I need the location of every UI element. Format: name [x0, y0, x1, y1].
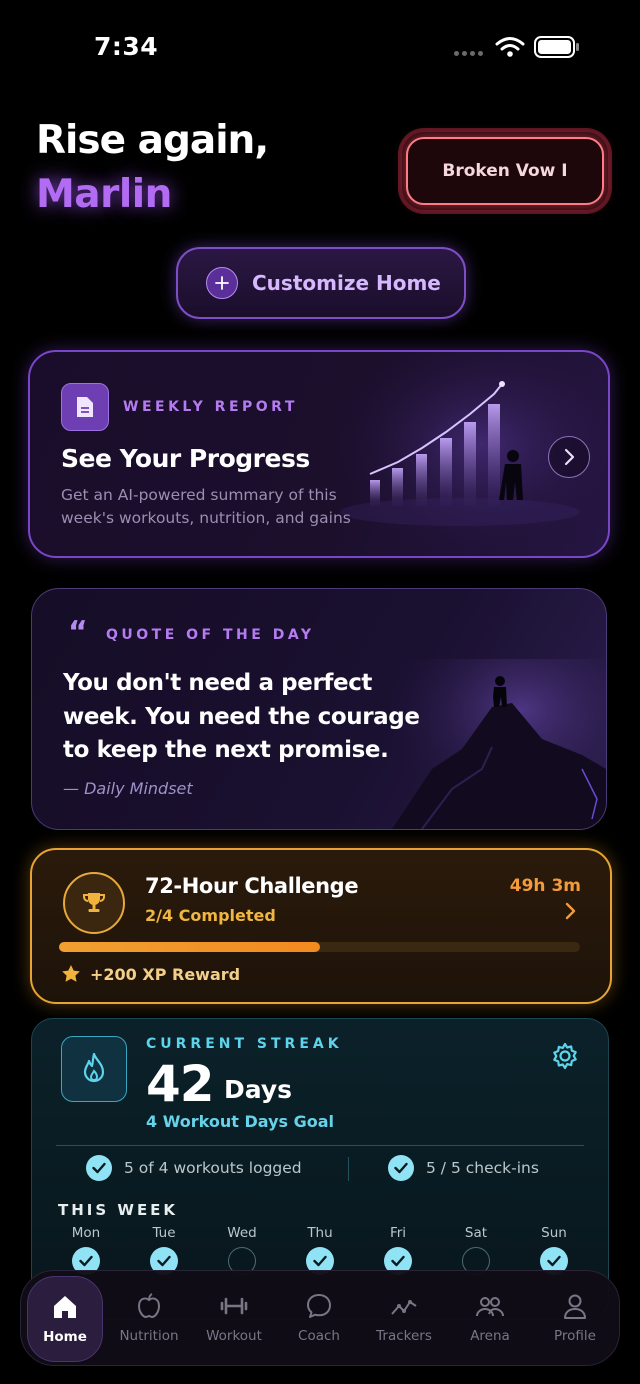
- checkins-label: 5 / 5 check-ins: [426, 1159, 539, 1177]
- workouts-logged-label: 5 of 4 workouts logged: [124, 1159, 302, 1177]
- chat-bubble-icon: [307, 1294, 331, 1318]
- tab-label: Workout: [206, 1328, 262, 1344]
- status-time: 7:34: [94, 32, 159, 61]
- tab-trackers[interactable]: Trackers: [364, 1271, 444, 1365]
- tab-label: Profile: [554, 1328, 596, 1344]
- tab-home[interactable]: Home: [27, 1276, 103, 1362]
- trend-line-icon: [391, 1300, 417, 1315]
- quote-author: — Daily Mindset: [63, 779, 193, 798]
- customize-home-button[interactable]: Customize Home: [176, 247, 466, 319]
- day-name: Sat: [464, 1225, 488, 1241]
- weekly-report-title: See Your Progress: [61, 444, 310, 473]
- trophy-icon: [63, 872, 125, 934]
- check-icon: [86, 1155, 112, 1181]
- tab-label: Trackers: [376, 1328, 432, 1344]
- quote-of-the-day-card: “ QUOTE OF THE DAY You don't need a perf…: [31, 588, 607, 830]
- quote-mark-icon: “: [68, 615, 88, 650]
- weekly-report-description: Get an AI-powered summary of this week's…: [61, 486, 351, 527]
- day-name: Thu: [307, 1225, 333, 1241]
- broken-vow-label: Broken Vow I: [406, 137, 604, 205]
- user-name: Marlin: [36, 172, 172, 217]
- streak-count: 42: [146, 1055, 215, 1113]
- people-icon: [476, 1297, 504, 1317]
- tab-nutrition[interactable]: Nutrition: [109, 1271, 189, 1365]
- tab-workout[interactable]: Workout: [194, 1271, 274, 1365]
- checkins: 5 / 5 check-ins: [388, 1155, 539, 1181]
- challenge-title: 72-Hour Challenge: [145, 874, 359, 898]
- broken-vow-button[interactable]: Broken Vow I: [402, 132, 608, 210]
- streak-goal: 4 Workout Days Goal: [146, 1112, 334, 1131]
- tab-label: Nutrition: [119, 1328, 179, 1344]
- tab-label: Home: [43, 1329, 87, 1345]
- streak-unit: Days: [224, 1075, 293, 1104]
- gear-icon[interactable]: [550, 1041, 580, 1071]
- wifi-icon: [495, 37, 525, 57]
- star-icon: [62, 965, 80, 982]
- home-icon: [54, 1296, 76, 1318]
- cellular-signal-icon: [454, 51, 483, 56]
- day-mon: Mon: [56, 1225, 116, 1275]
- chevron-right-icon[interactable]: [548, 436, 590, 478]
- tab-coach[interactable]: Coach: [279, 1271, 359, 1365]
- divider: [348, 1157, 349, 1181]
- check-icon: [388, 1155, 414, 1181]
- quote-eyebrow: QUOTE OF THE DAY: [106, 627, 315, 643]
- xp-reward: +200 XP Reward: [61, 964, 240, 984]
- quote-text: You don't need a perfect week. You need …: [63, 670, 420, 763]
- day-fri: Fri: [368, 1225, 428, 1275]
- plus-icon: [206, 267, 238, 299]
- day-name: Mon: [71, 1225, 101, 1241]
- battery-icon: [534, 36, 579, 58]
- workouts-logged: 5 of 4 workouts logged: [86, 1155, 302, 1181]
- challenge-progress-fill: [59, 942, 320, 952]
- day-tue: Tue: [134, 1225, 194, 1275]
- apple-icon: [137, 1293, 161, 1319]
- greeting-title: Rise again,: [36, 118, 269, 163]
- bottom-tab-bar: Home Nutrition Workout Coach Trackers Ar…: [20, 1270, 620, 1366]
- document-icon: [61, 383, 109, 431]
- day-sun: Sun: [524, 1225, 584, 1275]
- challenge-card[interactable]: 72-Hour Challenge 2/4 Completed 49h 3m +…: [30, 848, 612, 1004]
- day-name: Tue: [152, 1225, 176, 1241]
- tab-profile[interactable]: Profile: [535, 1271, 615, 1365]
- challenge-progress-text: 2/4 Completed: [145, 906, 276, 925]
- day-name: Sun: [541, 1225, 567, 1241]
- day-name: Fri: [389, 1225, 407, 1241]
- chevron-right-icon[interactable]: [564, 902, 576, 920]
- day-sat: Sat: [446, 1225, 506, 1275]
- tab-label: Arena: [470, 1328, 510, 1344]
- customize-home-label: Customize Home: [252, 271, 441, 295]
- dumbbell-icon: [220, 1297, 248, 1315]
- day-wed: Wed: [212, 1225, 272, 1275]
- weekly-report-card[interactable]: WEEKLY REPORT See Your Progress Get an A…: [28, 350, 610, 558]
- tab-arena[interactable]: Arena: [450, 1271, 530, 1365]
- this-week-label: THIS WEEK: [58, 1201, 179, 1219]
- divider: [56, 1145, 584, 1146]
- day-name: Wed: [227, 1225, 257, 1241]
- day-thu: Thu: [290, 1225, 350, 1275]
- xp-reward-label: +200 XP Reward: [90, 964, 241, 984]
- flame-icon: [61, 1036, 127, 1102]
- challenge-progress-bar: [59, 942, 580, 952]
- person-icon: [564, 1294, 586, 1319]
- challenge-time-left: 49h 3m: [509, 876, 581, 896]
- weekly-report-eyebrow: WEEKLY REPORT: [123, 399, 298, 415]
- tab-label: Coach: [298, 1328, 340, 1344]
- streak-eyebrow: CURRENT STREAK: [146, 1036, 343, 1052]
